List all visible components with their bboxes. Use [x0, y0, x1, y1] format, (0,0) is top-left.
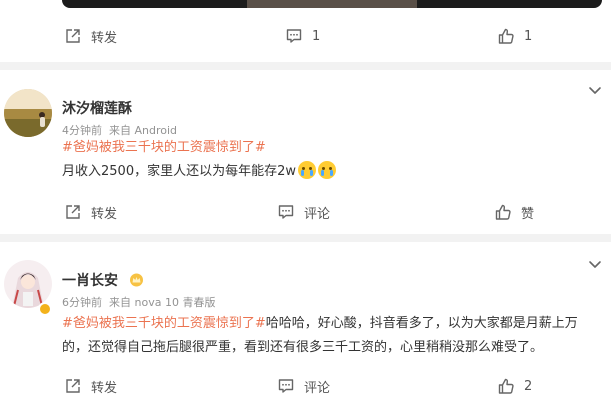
- crown-icon: [129, 273, 143, 287]
- post-text: 月收入2500，家里人还以为每年能存2w: [62, 164, 296, 179]
- post-source: 来自 nova 10 青春版: [109, 296, 216, 309]
- like-button[interactable]: 赞: [494, 200, 534, 224]
- username-text: 一肖长安: [62, 273, 118, 289]
- feed-separator: [0, 234, 611, 242]
- crying-face-emoji: [298, 161, 316, 179]
- avatar[interactable]: [4, 260, 52, 308]
- comment-button[interactable]: 评论: [277, 200, 330, 224]
- topic-link[interactable]: #爸妈被我三千块的工资震惊到了#: [62, 316, 266, 331]
- feed-post: 一肖长安 6分钟前 来自 nova 10 青春版 #爸妈被我三千块的工资震惊到了…: [0, 242, 611, 402]
- repost-icon: [64, 203, 82, 221]
- repost-label: 转发: [91, 30, 118, 46]
- chevron-down-icon[interactable]: [587, 256, 603, 272]
- like-count: 2: [524, 378, 533, 394]
- topic-link[interactable]: #爸妈被我三千块的工资震惊到了#: [62, 140, 266, 155]
- sobbing-face-emoji: [318, 161, 336, 179]
- comment-icon: [285, 27, 303, 45]
- media-image-bottom-edge[interactable]: [62, 0, 602, 8]
- post-content: #爸妈被我三千块的工资震惊到了#哈哈哈，好心酸，抖音看多了，以为大家都是月薪上万…: [62, 312, 602, 360]
- feed-post: 沐汐榴莲酥 4分钟前 来自 Android #爸妈被我三千块的工资震惊到了# 月…: [0, 70, 611, 235]
- comment-icon: [277, 377, 295, 395]
- username[interactable]: 沐汐榴莲酥: [62, 98, 132, 118]
- action-bar: 转发 评论 2: [0, 374, 611, 398]
- username[interactable]: 一肖长安: [62, 270, 144, 290]
- repost-button[interactable]: 转发: [64, 24, 117, 48]
- thumbs-up-icon: [494, 203, 512, 221]
- repost-button[interactable]: 转发: [64, 200, 117, 224]
- post-meta: 6分钟前 来自 nova 10 青春版: [62, 294, 215, 310]
- comment-button[interactable]: 评论: [277, 374, 330, 398]
- action-bar: 转发 1 1: [0, 24, 611, 48]
- feed-separator: [0, 62, 611, 70]
- comment-label: 评论: [304, 206, 331, 222]
- repost-label: 转发: [91, 206, 118, 222]
- repost-icon: [64, 27, 82, 45]
- comment-count: 1: [312, 28, 321, 44]
- post-time[interactable]: 6分钟前: [62, 296, 102, 309]
- post-content: #爸妈被我三千块的工资震惊到了# 月收入2500，家里人还以为每年能存2w: [62, 136, 602, 184]
- repost-button[interactable]: 转发: [64, 374, 117, 398]
- like-button[interactable]: 1: [497, 24, 532, 48]
- comment-button[interactable]: 1: [285, 24, 320, 48]
- comment-icon: [277, 203, 295, 221]
- comment-label: 评论: [304, 380, 331, 396]
- thumbs-up-icon: [497, 377, 515, 395]
- verified-badge: [38, 302, 52, 316]
- chevron-down-icon[interactable]: [587, 82, 603, 98]
- like-label: 赞: [521, 206, 535, 222]
- repost-icon: [64, 377, 82, 395]
- thumbs-up-icon: [497, 27, 515, 45]
- repost-label: 转发: [91, 380, 118, 396]
- like-count: 1: [524, 28, 533, 44]
- action-bar: 转发 评论 赞: [0, 200, 611, 224]
- avatar[interactable]: [4, 89, 52, 137]
- like-button[interactable]: 2: [497, 374, 532, 398]
